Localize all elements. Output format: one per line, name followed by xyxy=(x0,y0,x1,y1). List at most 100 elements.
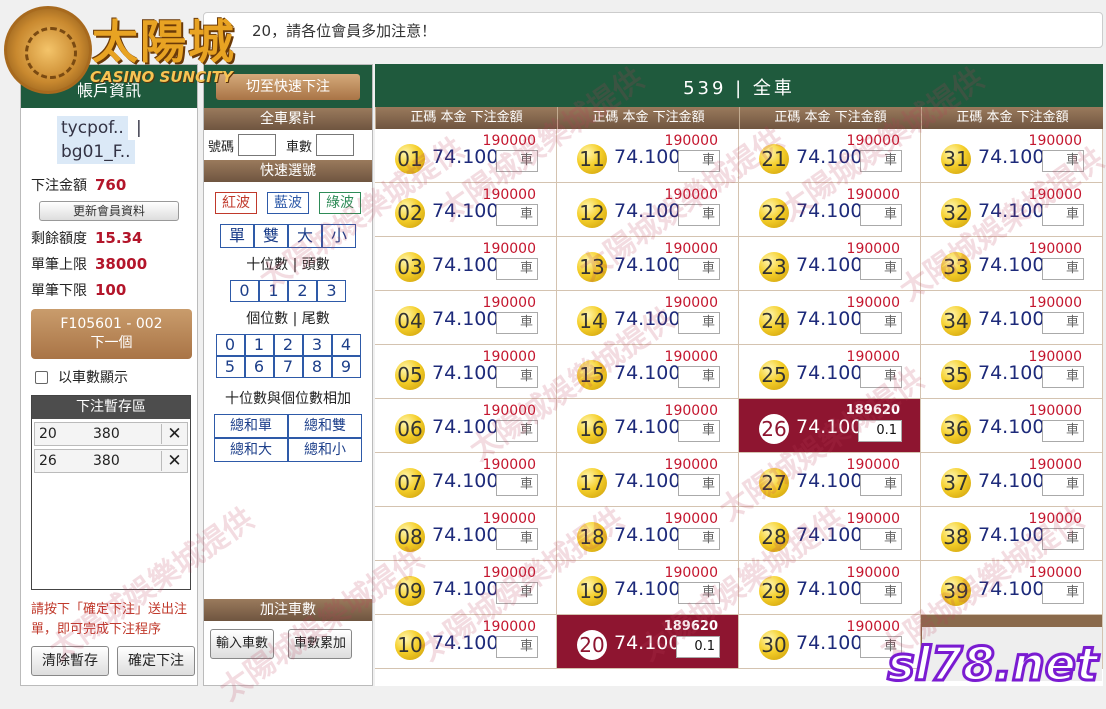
number-cell-27[interactable]: 27 74.100 190000 車 xyxy=(739,453,921,507)
bet-input[interactable]: 車 xyxy=(678,528,720,550)
number-cell-02[interactable]: 02 74.100 190000 車 xyxy=(375,183,557,237)
number-cell-05[interactable]: 05 74.100 190000 車 xyxy=(375,345,557,399)
bet-input[interactable]: 0.1 xyxy=(858,420,902,442)
bet-input[interactable]: 車 xyxy=(1042,474,1084,496)
bet-input[interactable]: 車 xyxy=(1042,150,1084,172)
sum-option-button[interactable]: 總和小 xyxy=(288,438,362,462)
bet-input[interactable]: 車 xyxy=(860,528,902,550)
units-button[interactable]: 5 xyxy=(215,356,245,378)
count-input[interactable] xyxy=(316,134,355,156)
bet-input[interactable]: 車 xyxy=(860,312,902,334)
bet-input[interactable]: 車 xyxy=(860,474,902,496)
parity-button[interactable]: 大 xyxy=(288,224,322,248)
number-cell-35[interactable]: 35 74.100 190000 車 xyxy=(921,345,1103,399)
remove-icon[interactable]: ✕ xyxy=(161,424,187,444)
number-cell-24[interactable]: 24 74.100 190000 車 xyxy=(739,291,921,345)
number-cell-29[interactable]: 29 74.100 190000 車 xyxy=(739,561,921,615)
bet-input[interactable]: 車 xyxy=(496,636,538,658)
units-button[interactable]: 8 xyxy=(302,356,332,378)
parity-button[interactable]: 雙 xyxy=(254,224,288,248)
number-cell-25[interactable]: 25 74.100 190000 車 xyxy=(739,345,921,399)
bet-input[interactable]: 車 xyxy=(496,528,538,550)
bet-input[interactable]: 車 xyxy=(678,420,720,442)
number-cell-36[interactable]: 36 74.100 190000 車 xyxy=(921,399,1103,453)
number-cell-13[interactable]: 13 74.100 190000 車 xyxy=(557,237,739,291)
bet-input[interactable]: 車 xyxy=(678,150,720,172)
number-cell-31[interactable]: 31 74.100 190000 車 xyxy=(921,129,1103,183)
units-button[interactable]: 9 xyxy=(331,356,361,378)
bet-input[interactable]: 車 xyxy=(860,150,902,172)
bet-input[interactable]: 車 xyxy=(1042,366,1084,388)
bet-input[interactable]: 0.1 xyxy=(676,636,720,658)
units-button[interactable]: 1 xyxy=(244,334,274,356)
bet-input[interactable]: 車 xyxy=(678,366,720,388)
number-cell-14[interactable]: 14 74.100 190000 車 xyxy=(557,291,739,345)
wave-button[interactable]: 綠波 xyxy=(319,192,361,214)
bet-input[interactable]: 車 xyxy=(678,204,720,226)
number-cell-20[interactable]: 20 74.100 189620 0.1 xyxy=(557,615,739,669)
number-cell-03[interactable]: 03 74.100 190000 車 xyxy=(375,237,557,291)
number-cell-39[interactable]: 39 74.100 190000 車 xyxy=(921,561,1103,615)
sum-option-button[interactable]: 總和大 xyxy=(214,438,288,462)
number-cell-33[interactable]: 33 74.100 190000 車 xyxy=(921,237,1103,291)
number-cell-32[interactable]: 32 74.100 190000 車 xyxy=(921,183,1103,237)
accumulate-button[interactable]: 車數累加 xyxy=(288,629,352,659)
number-cell-17[interactable]: 17 74.100 190000 車 xyxy=(557,453,739,507)
bet-input[interactable]: 車 xyxy=(496,258,538,280)
number-cell-08[interactable]: 08 74.100 190000 車 xyxy=(375,507,557,561)
bet-input[interactable]: 車 xyxy=(678,312,720,334)
bet-input[interactable]: 車 xyxy=(496,150,538,172)
bet-input[interactable]: 車 xyxy=(496,420,538,442)
bet-input[interactable]: 車 xyxy=(1042,258,1084,280)
number-cell-22[interactable]: 22 74.100 190000 車 xyxy=(739,183,921,237)
tens-button[interactable]: 0 xyxy=(230,280,259,302)
bet-input[interactable]: 車 xyxy=(496,366,538,388)
tens-button[interactable]: 1 xyxy=(259,280,288,302)
number-cell-18[interactable]: 18 74.100 190000 車 xyxy=(557,507,739,561)
number-cell-26[interactable]: 26 74.100 189620 0.1 xyxy=(739,399,921,453)
number-cell-06[interactable]: 06 74.100 190000 車 xyxy=(375,399,557,453)
bet-input[interactable]: 車 xyxy=(496,474,538,496)
number-cell-38[interactable]: 38 74.100 190000 車 xyxy=(921,507,1103,561)
wave-button[interactable]: 藍波 xyxy=(267,192,309,214)
number-cell-37[interactable]: 37 74.100 190000 車 xyxy=(921,453,1103,507)
number-cell-19[interactable]: 19 74.100 190000 車 xyxy=(557,561,739,615)
units-button[interactable]: 4 xyxy=(331,334,361,356)
number-cell-11[interactable]: 11 74.100 190000 車 xyxy=(557,129,739,183)
update-member-button[interactable]: 更新會員資料 xyxy=(39,201,179,221)
number-cell-07[interactable]: 07 74.100 190000 車 xyxy=(375,453,557,507)
units-button[interactable]: 0 xyxy=(215,334,245,356)
clear-temp-button[interactable]: 清除暫存 xyxy=(31,646,109,676)
confirm-bet-button[interactable]: 確定下注 xyxy=(117,646,195,676)
number-cell-16[interactable]: 16 74.100 190000 車 xyxy=(557,399,739,453)
number-cell-23[interactable]: 23 74.100 190000 車 xyxy=(739,237,921,291)
bet-input[interactable]: 車 xyxy=(678,582,720,604)
next-draw-button[interactable]: F105601 - 002 下一個 xyxy=(31,309,192,359)
number-cell-34[interactable]: 34 74.100 190000 車 xyxy=(921,291,1103,345)
bet-input[interactable]: 車 xyxy=(1042,204,1084,226)
bet-input[interactable]: 車 xyxy=(1042,420,1084,442)
number-cell-01[interactable]: 01 74.100 190000 車 xyxy=(375,129,557,183)
units-button[interactable]: 3 xyxy=(302,334,332,356)
number-cell-15[interactable]: 15 74.100 190000 車 xyxy=(557,345,739,399)
bet-input[interactable]: 車 xyxy=(678,474,720,496)
units-button[interactable]: 6 xyxy=(244,356,274,378)
number-cell-12[interactable]: 12 74.100 190000 車 xyxy=(557,183,739,237)
tens-button[interactable]: 3 xyxy=(317,280,346,302)
bet-input[interactable]: 車 xyxy=(496,312,538,334)
units-button[interactable]: 2 xyxy=(273,334,303,356)
number-cell-10[interactable]: 10 74.100 190000 車 xyxy=(375,615,557,669)
number-cell-09[interactable]: 09 74.100 190000 車 xyxy=(375,561,557,615)
bet-input[interactable]: 車 xyxy=(1042,312,1084,334)
remove-icon[interactable]: ✕ xyxy=(161,451,187,471)
wave-button[interactable]: 紅波 xyxy=(215,192,257,214)
bet-input[interactable]: 車 xyxy=(1042,528,1084,550)
bet-input[interactable]: 車 xyxy=(860,366,902,388)
parity-button[interactable]: 單 xyxy=(220,224,254,248)
number-cell-04[interactable]: 04 74.100 190000 車 xyxy=(375,291,557,345)
sum-option-button[interactable]: 總和單 xyxy=(214,414,288,438)
sum-option-button[interactable]: 總和雙 xyxy=(288,414,362,438)
show-by-car-checkbox[interactable]: 以車數顯示 xyxy=(21,367,197,387)
bet-input[interactable]: 車 xyxy=(496,204,538,226)
bet-input[interactable]: 車 xyxy=(860,258,902,280)
